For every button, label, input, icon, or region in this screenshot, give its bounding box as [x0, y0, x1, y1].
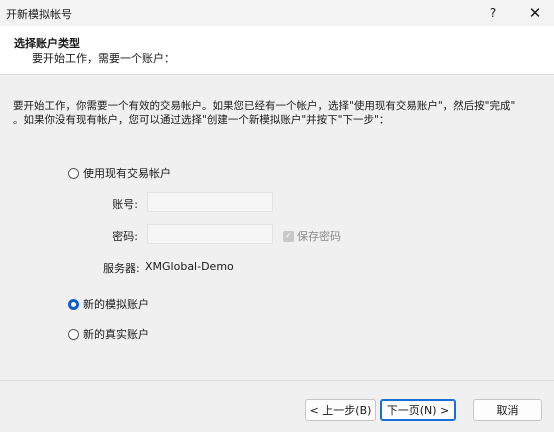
radio-real-account[interactable]: 新的真实账户 — [68, 326, 149, 342]
close-button[interactable]: ✕ — [520, 0, 550, 26]
intro-text: 要开始工作，你需要一个有效的交易帐户。如果您已经有一个帐户，选择"使用现有交易账… — [13, 100, 516, 126]
back-button[interactable]: < 上一步(B) — [305, 399, 376, 421]
cancel-button[interactable]: 取消 — [473, 399, 542, 421]
wizard-footer: < 上一步(B) 下一页(N) > 取消 — [0, 380, 554, 432]
server-label: 服务器: — [103, 262, 140, 275]
radio-demo-label: 新的模拟账户 — [83, 298, 149, 311]
page-title: 选择账户类型 — [14, 37, 80, 50]
window-title: 开新模拟帐号 — [6, 8, 72, 21]
login-field[interactable] — [147, 192, 273, 212]
radio-icon[interactable] — [68, 167, 79, 179]
title-bar: 开新模拟帐号 ? ✕ — [0, 0, 554, 26]
radio-selected-icon[interactable] — [68, 298, 79, 310]
radio-real-label: 新的真实账户 — [83, 328, 149, 341]
password-field[interactable] — [147, 224, 273, 244]
help-button[interactable]: ? — [478, 0, 508, 26]
save-password-label: 保存密码 — [297, 230, 341, 243]
server-value: XMGlobal-Demo — [145, 260, 234, 273]
next-button[interactable]: 下一页(N) > — [380, 399, 456, 421]
page-subtitle: 要开始工作，需要一个账户： — [32, 52, 175, 65]
radio-existing-account[interactable]: 使用现有交易帐户 — [68, 165, 171, 181]
checkbox-check-icon[interactable]: ✓ — [283, 230, 294, 242]
radio-demo-account[interactable]: 新的模拟账户 — [68, 296, 149, 312]
login-label: 账号: — [112, 198, 138, 211]
wizard-body: 要开始工作，你需要一个有效的交易帐户。如果您已经有一个帐户，选择"使用现有交易账… — [0, 75, 554, 380]
wizard-header: 选择账户类型 要开始工作，需要一个账户： — [0, 26, 554, 75]
radio-existing-label: 使用现有交易帐户 — [83, 167, 171, 180]
password-label: 密码: — [112, 230, 138, 243]
radio-icon[interactable] — [68, 328, 79, 340]
save-password-checkbox[interactable]: ✓ 保存密码 — [283, 228, 341, 244]
